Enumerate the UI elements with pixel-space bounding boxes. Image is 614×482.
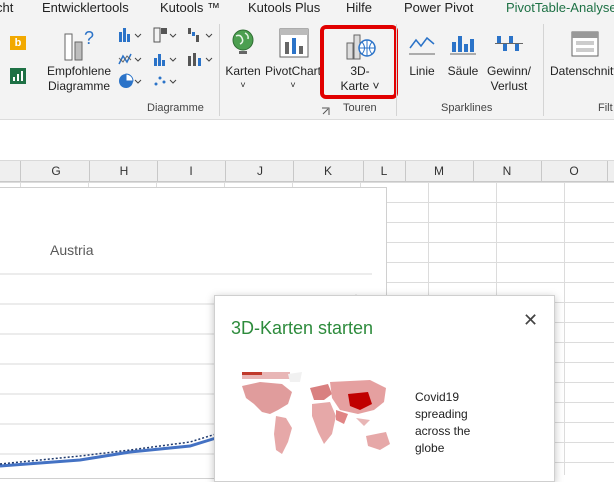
separator [219, 24, 220, 116]
tab-power-pivot[interactable]: Power Pivot [404, 0, 473, 15]
series-dotted-line [0, 433, 217, 465]
separator [543, 24, 544, 116]
group-label-tours: Touren [343, 102, 377, 114]
pivotchart-button[interactable]: PivotChart [264, 64, 322, 79]
close-icon[interactable]: ✕ [523, 310, 538, 331]
slicer-button[interactable]: Datenschnitt [550, 64, 614, 79]
sparkline-winloss-button[interactable]: Gewinn/ Verlust [484, 64, 534, 94]
column-header[interactable]: G [44, 164, 68, 178]
ribbon: b ? Empfohlene Diagramme Karten ˅ PivotC… [0, 18, 614, 120]
sparkline-line-button[interactable]: Linie [402, 64, 442, 79]
world-map-thumbnail[interactable] [240, 370, 398, 460]
sparkline-column-icon[interactable] [449, 32, 477, 59]
group-label-filter: Filt [598, 102, 613, 114]
pivotchart-dropdown-icon[interactable]: ˅ [264, 78, 322, 93]
popup-description: Covid19 spreading across the globe [415, 390, 471, 455]
tab-pivottable-analyse[interactable]: PivotTable-Analyse [506, 0, 614, 15]
column-header[interactable]: L [372, 164, 396, 178]
ribbon-tabs: cht Entwicklertools Kutools ™ Kutools Pl… [0, 0, 614, 18]
group-label-charts: Diagramme [147, 102, 204, 114]
3d-maps-popup: 3D-Karten starten ✕ Covid19 spreading ac… [214, 295, 555, 482]
pie-chart-icon[interactable] [117, 72, 145, 93]
tab-entwicklertools[interactable]: Entwicklertools [42, 0, 129, 15]
dialog-launcher-icon[interactable] [321, 105, 330, 119]
column-header[interactable]: J [248, 164, 272, 178]
sparkline-winloss-icon[interactable] [494, 32, 524, 59]
tab-ansicht[interactable]: cht [0, 0, 13, 15]
scatter-chart-icon[interactable] [152, 72, 180, 93]
tab-hilfe[interactable]: Hilfe [346, 0, 372, 15]
sparkline-column-button[interactable]: Säule [443, 64, 483, 79]
maps-dropdown-icon[interactable]: ˅ [223, 78, 263, 93]
statistic-chart-icon[interactable] [152, 50, 180, 71]
recommended-charts-button[interactable]: Empfohlene Diagramme [46, 64, 112, 94]
separator [396, 24, 397, 116]
slicer-icon[interactable] [570, 30, 600, 61]
column-chart-icon[interactable] [117, 26, 145, 47]
hierarchy-chart-icon[interactable] [152, 26, 180, 47]
column-header[interactable]: M [427, 164, 451, 178]
recommended-charts-icon[interactable]: ? [62, 28, 96, 65]
highlight-box [320, 25, 398, 99]
popup-title: 3D-Karten starten [231, 318, 374, 338]
line-chart-icon[interactable] [117, 50, 145, 71]
people-graph-icon[interactable] [10, 68, 26, 84]
svg-text:?: ? [84, 28, 94, 48]
column-header[interactable]: O [562, 164, 586, 178]
tab-kutools-plus[interactable]: Kutools Plus [248, 0, 320, 15]
tab-kutools[interactable]: Kutools ™ [160, 0, 220, 15]
column-header[interactable]: I [179, 164, 203, 178]
sparkline-line-icon[interactable] [408, 32, 436, 59]
globe-icon[interactable] [230, 28, 256, 59]
column-header[interactable]: N [495, 164, 519, 178]
maps-button[interactable]: Karten [223, 64, 263, 79]
column-header[interactable]: K [316, 164, 340, 178]
column-header[interactable]: H [112, 164, 136, 178]
column-headers: G H I J K L M N O [0, 161, 614, 182]
formula-bar-area [0, 120, 614, 161]
combo-chart-icon[interactable] [186, 50, 216, 71]
group-label-sparklines: Sparklines [441, 102, 493, 114]
pivotchart-icon[interactable] [279, 28, 309, 61]
waterfall-chart-icon[interactable] [186, 26, 216, 47]
bing-icon[interactable]: b [10, 36, 26, 50]
